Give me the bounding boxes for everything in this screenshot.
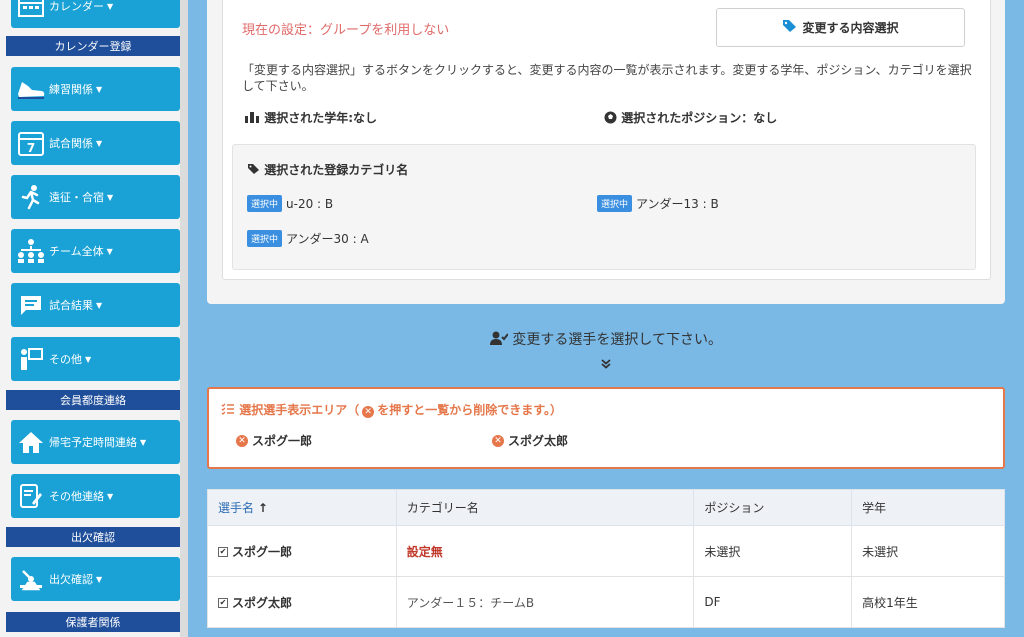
attendance-label: 出欠確認 [49, 573, 93, 586]
players-table: 選手名 ↑ カテゴリー名 ポジション 学年 ✔ スポグ一郎 設定無 未選択 未選択… [207, 489, 1005, 628]
expedition-label: 遠征・合宿 [49, 191, 104, 204]
remove-icon: ✕ [362, 406, 375, 418]
svg-text:7: 7 [27, 141, 35, 155]
remove-player-icon[interactable]: ✕ [492, 434, 504, 447]
selected-badge: 選択中 [247, 230, 283, 247]
return-time-button[interactable]: 帰宅予定時間連絡 ▼ [11, 420, 180, 464]
presenter-icon [15, 343, 47, 375]
chevron-down-icon: ▼ [96, 138, 103, 148]
selected-player: ✕ スポグ一郎 [236, 432, 312, 449]
results-label: 試合結果 [49, 299, 93, 312]
checkbox[interactable]: ✔ [218, 598, 228, 608]
calendar-button[interactable]: カレンダー ▼ [11, 0, 180, 28]
column-header-category: カテゴリー名 [395, 489, 695, 526]
user-check-icon [489, 331, 512, 348]
return-time-label: 帰宅予定時間連絡 [49, 436, 137, 449]
chevron-down-icon: ▼ [140, 437, 147, 447]
column-header-position: ポジション [693, 489, 853, 526]
other-contact-label: その他連絡 [49, 490, 104, 503]
selected-grade: 選択された学年:なし [244, 109, 377, 126]
other-button[interactable]: その他 ▼ [11, 337, 180, 381]
team-label: チーム全体 [49, 245, 104, 258]
category-item: 選択中 u-20 : B [247, 195, 333, 212]
column-header-name[interactable]: 選手名 ↑ [207, 489, 397, 526]
select-changes-label: 変更する内容選択 [802, 21, 899, 35]
other-contact-button[interactable]: その他連絡 ▼ [11, 474, 180, 518]
table-row[interactable]: ✔ スポグ太郎 アンダー１５：チームB DF 高校1年生 [207, 576, 1005, 628]
chevron-down-icon: ▼ [106, 246, 113, 256]
cell-grade: 未選択 [851, 525, 1005, 577]
column-header-grade: 学年 [851, 489, 1005, 526]
sidebar: カレンダー ▼ カレンダー登録 練習関係 ▼ 7 試合関係 ▼ 遠征・合宿 ▼ チ [0, 0, 188, 637]
practice-button[interactable]: 練習関係 ▼ [11, 67, 180, 111]
calendar-icon [15, 0, 47, 22]
selected-player: ✕ スポグ太郎 [492, 432, 568, 449]
cell-position: 未選択 [693, 525, 853, 577]
team-hierarchy-icon [15, 235, 47, 267]
settings-description: 「変更する内容選択」するボタンをクリックすると、変更する内容の一覧が表示されます… [242, 63, 972, 93]
other-label: その他 [49, 353, 82, 366]
category-item: 選択中 アンダー13 : B [597, 195, 719, 212]
selected-area-title: 選択選手表示エリア（ ✕ を押すと一覧から削除できます。） [221, 401, 562, 418]
chevron-down-icon: ▼ [107, 1, 114, 11]
section-calendar-registration: カレンダー登録 [6, 36, 180, 56]
checkbox[interactable]: ✔ [218, 547, 228, 557]
chevron-down-icon: ▼ [107, 192, 114, 202]
section-member-contact: 会員都度連絡 [6, 390, 180, 410]
remove-player-icon[interactable]: ✕ [236, 434, 248, 447]
results-button[interactable]: 試合結果 ▼ [11, 283, 180, 327]
selected-players-area [207, 387, 1005, 469]
cell-category: アンダー１５：チームB [395, 576, 695, 628]
player-select-instruction: 変更する選手を選択して下さい。 [207, 329, 1005, 349]
match-button[interactable]: 7 試合関係 ▼ [11, 121, 180, 165]
chevron-down-icon: ▼ [96, 574, 103, 584]
soccer-ball-icon [604, 111, 621, 125]
table-header: 選手名 ↑ カテゴリー名 ポジション 学年 [207, 489, 1005, 526]
chevron-down-icon: ▼ [96, 84, 103, 94]
category-item: 選択中 アンダー30 : A [247, 230, 369, 247]
select-changes-button[interactable]: 変更する内容選択 [716, 8, 965, 47]
list-check-icon [221, 403, 239, 417]
cell-name: ✔ スポグ太郎 [207, 576, 397, 628]
cell-name: ✔ スポグ一郎 [207, 525, 397, 577]
attendance-button[interactable]: 出欠確認 ▼ [11, 557, 180, 601]
selected-position: 選択されたポジション：なし [604, 109, 777, 126]
edit-document-icon [15, 480, 47, 512]
shoe-icon [15, 73, 47, 105]
home-icon [15, 426, 47, 458]
double-chevron-down-icon [207, 359, 1005, 372]
message-icon [15, 289, 47, 321]
selected-badge: 選択中 [597, 195, 633, 212]
table-row[interactable]: ✔ スポグ一郎 設定無 未選択 未選択 [207, 525, 1005, 577]
chevron-down-icon: ▼ [85, 354, 92, 364]
cell-category: 設定無 [395, 525, 695, 577]
grade-icon [244, 111, 264, 125]
chevron-down-icon: ▼ [107, 491, 114, 501]
selected-badge: 選択中 [247, 195, 283, 212]
match-label: 試合関係 [49, 137, 93, 150]
practice-label: 練習関係 [49, 83, 93, 96]
calendar-label: カレンダー [49, 0, 104, 13]
sidebar-scrollbar[interactable] [180, 0, 188, 637]
cell-position: DF [693, 576, 853, 628]
category-title: 選択された登録カテゴリ名 [247, 161, 408, 178]
tags-icon [782, 19, 798, 36]
expedition-button[interactable]: 遠征・合宿 ▼ [11, 175, 180, 219]
chevron-down-icon: ▼ [96, 300, 103, 310]
calendar-7-icon: 7 [15, 127, 47, 159]
section-attendance: 出欠確認 [6, 527, 180, 547]
tag-icon [247, 163, 264, 177]
cell-grade: 高校1年生 [851, 576, 1005, 628]
running-icon [15, 181, 47, 213]
section-guardian: 保護者関係 [6, 612, 180, 632]
team-button[interactable]: チーム全体 ▼ [11, 229, 180, 273]
current-setting: 現在の設定：グループを利用しない [242, 23, 450, 38]
raise-hand-icon [15, 563, 47, 595]
sort-arrow-up-icon: ↑ [257, 501, 268, 515]
